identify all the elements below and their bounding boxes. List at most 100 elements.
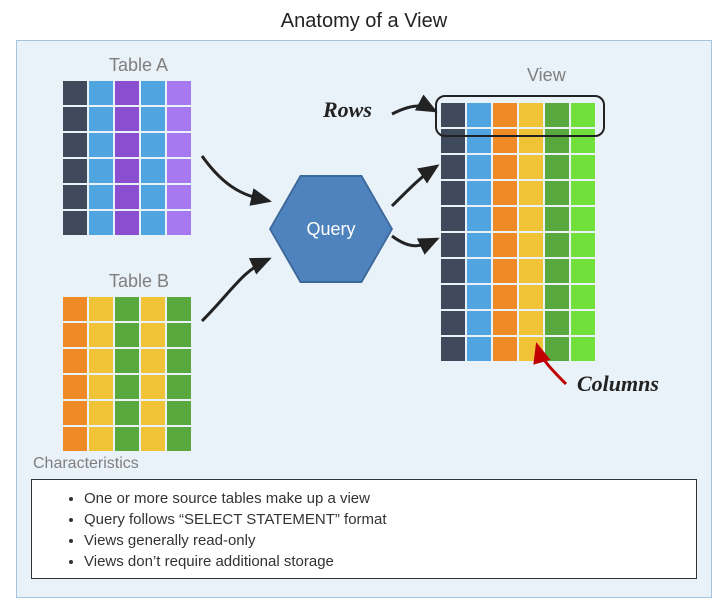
query-label: Query [306, 219, 355, 240]
grid-cell [89, 211, 113, 235]
grid-cell [167, 297, 191, 321]
grid-cell [89, 81, 113, 105]
grid-cell [89, 159, 113, 183]
grid-cell [467, 181, 491, 205]
query-hexagon: Query [271, 177, 391, 281]
grid-cell [545, 155, 569, 179]
arrow-table-b-to-query [197, 251, 287, 331]
grid-cell [141, 107, 165, 131]
arrow-rows-to-box [387, 99, 447, 139]
grid-cell [571, 155, 595, 179]
grid-cell [493, 285, 517, 309]
grid-cell [89, 107, 113, 131]
grid-cell [467, 337, 491, 361]
grid-cell [167, 133, 191, 157]
grid-cell [441, 337, 465, 361]
grid-column [115, 297, 139, 451]
table-b-grid [63, 297, 191, 451]
grid-cell [493, 233, 517, 257]
grid-cell [141, 133, 165, 157]
grid-cell [141, 81, 165, 105]
grid-cell [89, 185, 113, 209]
grid-cell [493, 311, 517, 335]
grid-cell [545, 311, 569, 335]
grid-cell [167, 349, 191, 373]
char-item: One or more source tables make up a view [84, 488, 684, 509]
grid-cell [141, 427, 165, 451]
grid-cell [467, 155, 491, 179]
grid-cell [141, 297, 165, 321]
grid-column [545, 103, 569, 361]
grid-column [167, 297, 191, 451]
grid-cell [545, 259, 569, 283]
grid-cell [493, 207, 517, 231]
grid-cell [545, 207, 569, 231]
grid-column [115, 81, 139, 235]
table-a-label: Table A [109, 55, 168, 76]
grid-cell [63, 211, 87, 235]
grid-cell [141, 401, 165, 425]
rows-label: Rows [323, 97, 372, 123]
grid-cell [89, 427, 113, 451]
grid-cell [89, 401, 113, 425]
grid-cell [519, 233, 543, 257]
grid-cell [519, 207, 543, 231]
grid-column [89, 297, 113, 451]
grid-cell [63, 185, 87, 209]
grid-cell [167, 185, 191, 209]
grid-cell [571, 233, 595, 257]
grid-cell [141, 211, 165, 235]
grid-cell [519, 181, 543, 205]
table-b-label: Table B [109, 271, 169, 292]
grid-cell [141, 375, 165, 399]
grid-cell [493, 259, 517, 283]
grid-cell [167, 107, 191, 131]
arrow-table-a-to-query [197, 151, 287, 221]
page-title: Anatomy of a View [0, 0, 728, 33]
grid-cell [519, 259, 543, 283]
grid-cell [63, 107, 87, 131]
grid-column [519, 103, 543, 361]
grid-cell [467, 285, 491, 309]
grid-cell [167, 81, 191, 105]
view-grid [441, 103, 595, 361]
arrow-query-to-view-bottom [387, 231, 447, 271]
grid-cell [141, 349, 165, 373]
grid-column [467, 103, 491, 361]
arrow-query-to-view-top [387, 161, 447, 211]
grid-cell [63, 401, 87, 425]
grid-cell [167, 159, 191, 183]
grid-cell [89, 375, 113, 399]
grid-column [493, 103, 517, 361]
grid-cell [89, 349, 113, 373]
grid-cell [63, 81, 87, 105]
grid-cell [63, 323, 87, 347]
grid-column [89, 81, 113, 235]
grid-cell [115, 133, 139, 157]
grid-cell [467, 207, 491, 231]
grid-cell [115, 349, 139, 373]
grid-cell [519, 311, 543, 335]
grid-cell [493, 155, 517, 179]
grid-cell [63, 349, 87, 373]
grid-cell [141, 323, 165, 347]
grid-cell [571, 207, 595, 231]
grid-cell [115, 323, 139, 347]
grid-column [63, 297, 87, 451]
grid-cell [519, 155, 543, 179]
grid-cell [89, 133, 113, 157]
grid-cell [519, 285, 543, 309]
grid-column [141, 81, 165, 235]
grid-cell [63, 133, 87, 157]
grid-cell [115, 375, 139, 399]
grid-cell [115, 401, 139, 425]
grid-cell [115, 211, 139, 235]
grid-cell [571, 311, 595, 335]
diagram-frame: Table A Table B View Rows Columns Query … [16, 40, 712, 598]
grid-cell [441, 311, 465, 335]
grid-cell [571, 181, 595, 205]
grid-cell [167, 323, 191, 347]
grid-cell [467, 233, 491, 257]
grid-column [167, 81, 191, 235]
grid-cell [167, 211, 191, 235]
